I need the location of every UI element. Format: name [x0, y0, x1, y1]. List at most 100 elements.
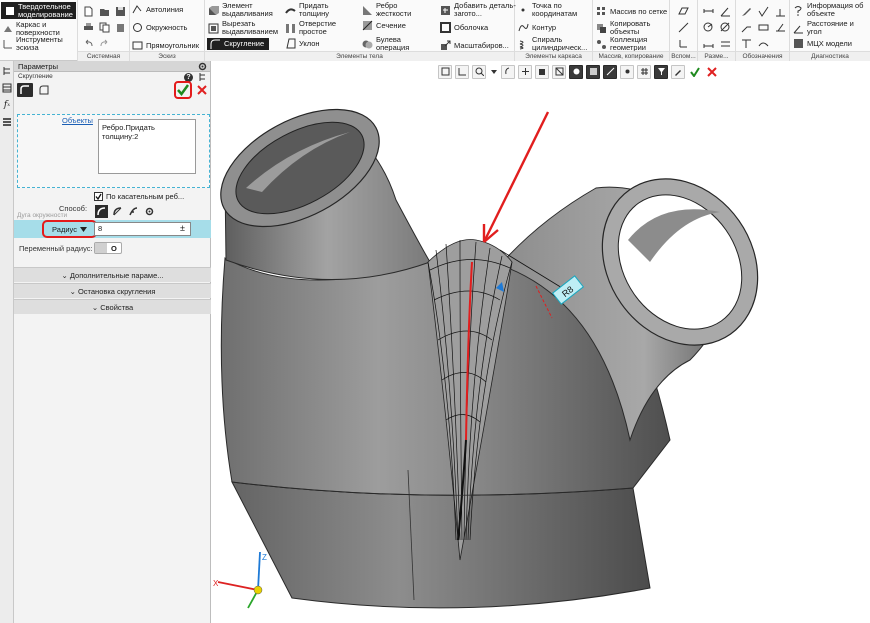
cs-icon[interactable]	[676, 36, 690, 50]
view-frame-icon[interactable]	[438, 64, 452, 79]
radius-plusminus[interactable]: ±	[180, 223, 185, 233]
radius-label-box[interactable]: Радиус	[42, 220, 97, 238]
thicken-button[interactable]: Придать толщину	[285, 2, 335, 18]
variable-radius-toggle[interactable]: O	[94, 242, 122, 254]
section-label: Дополнительные параме...	[69, 271, 164, 280]
radius-input[interactable]: 8	[94, 222, 191, 236]
model-viewport[interactable]: R8 X Z	[211, 61, 870, 623]
apply-button[interactable]	[174, 81, 192, 99]
shading-icon[interactable]	[586, 64, 600, 79]
fillet-edge-mode-icon[interactable]	[17, 83, 33, 97]
dimension-icon[interactable]	[701, 4, 715, 18]
mark-icon[interactable]	[773, 20, 787, 34]
zoom-icon[interactable]	[472, 64, 486, 79]
new-file-icon[interactable]	[81, 4, 95, 18]
leader-icon[interactable]	[739, 20, 753, 34]
redo-icon[interactable]	[97, 36, 111, 50]
tolerance-icon[interactable]	[756, 20, 770, 34]
chain-dim-icon[interactable]	[718, 36, 732, 50]
tab-solid-modeling[interactable]: Твердотельное моделирование	[1, 2, 76, 19]
tab-wireframe-surfaces[interactable]: Каркас и поверхности	[2, 21, 76, 36]
section-stop-fillet[interactable]: ⌄ Остановка скругления	[14, 283, 211, 298]
method-arc-icon[interactable]	[95, 205, 108, 218]
method-gear-icon[interactable]	[143, 205, 156, 218]
fillet-button[interactable]: Скругление	[207, 38, 269, 50]
helix-button[interactable]: Спираль цилиндрическ...	[518, 36, 592, 52]
axis-icon[interactable]	[676, 20, 690, 34]
circle-button[interactable]: Окружность	[132, 22, 187, 33]
filter-icon[interactable]	[654, 64, 668, 79]
rotate-icon[interactable]	[501, 64, 515, 79]
copy-objects-button[interactable]: Копировать объекты	[596, 20, 658, 36]
mass-props-button[interactable]: МЦХ модели	[793, 38, 852, 49]
boolean-button[interactable]: Булева операция	[362, 36, 416, 52]
linear-dim-icon[interactable]	[701, 36, 715, 50]
orientation-cube-icon[interactable]	[535, 64, 549, 79]
tangent-checkbox[interactable]	[94, 191, 103, 201]
display-style-icon[interactable]	[569, 64, 583, 79]
weld-icon[interactable]	[756, 36, 770, 50]
grid-icon[interactable]	[637, 64, 651, 79]
point-coords-button[interactable]: Точка по координатам	[518, 2, 592, 18]
ribbon-group-sketch: Автолиния Окружность Прямоугольник Эскиз	[130, 0, 205, 61]
snap-icon[interactable]	[620, 64, 634, 79]
open-folder-icon[interactable]	[97, 4, 111, 18]
add-workpiece-button[interactable]: Добавить деталь-загото...	[440, 2, 516, 18]
paste-icon[interactable]	[113, 20, 127, 34]
cancel-x-icon[interactable]	[705, 65, 719, 79]
method-conic-icon[interactable]	[127, 205, 140, 218]
geometry-collection-button[interactable]: Коллекция геометрии	[596, 36, 658, 52]
grid-array-button[interactable]: Массив по сетке	[596, 6, 667, 17]
fillet-face-mode-icon[interactable]	[36, 83, 52, 97]
scale-button[interactable]: Масштабиров...	[440, 40, 509, 51]
autoline-button[interactable]: Автолиния	[132, 4, 183, 15]
list-item[interactable]: Ребро.Придать толщину:2	[102, 123, 192, 141]
plane-icon[interactable]	[676, 4, 690, 18]
variables-icon[interactable]: fx	[0, 98, 14, 112]
save-icon[interactable]	[113, 4, 127, 18]
menu-icon[interactable]	[0, 115, 14, 129]
radius-dim-icon[interactable]	[701, 20, 715, 34]
distance-angle-button[interactable]: Расстояние и угол	[793, 20, 869, 36]
section-view-icon[interactable]	[603, 64, 617, 79]
draft-button[interactable]: Уклон	[285, 38, 320, 49]
contour-button[interactable]: Контур	[518, 22, 556, 33]
extrude-button[interactable]: Элемент выдавливания	[208, 2, 274, 18]
angle-dim-icon[interactable]	[718, 4, 732, 18]
diameter-dim-icon[interactable]	[718, 20, 732, 34]
shell-button[interactable]: Оболочка	[440, 22, 488, 33]
view-mode-icon[interactable]	[552, 64, 566, 79]
layers-icon[interactable]	[0, 81, 14, 95]
text-icon[interactable]	[739, 36, 753, 50]
cut-extrude-button[interactable]: Вырезать выдавливанием	[208, 20, 278, 36]
chevron-down-icon: ⌄	[69, 287, 76, 296]
cancel-button[interactable]	[195, 83, 209, 97]
chevron-down-icon[interactable]	[489, 65, 498, 79]
copy-icon[interactable]	[97, 20, 111, 34]
tab-sketch-tools[interactable]: Инструменты эскиза	[2, 36, 76, 51]
button-label: Элемент выдавливания	[222, 1, 273, 18]
hole-button[interactable]: Отверстие простое	[285, 20, 339, 36]
model-base[interactable]	[231, 481, 651, 609]
base-icon[interactable]	[773, 4, 787, 18]
rectangle-button[interactable]: Прямоугольник	[132, 40, 199, 51]
undo-icon[interactable]	[81, 36, 95, 50]
rib-button[interactable]: Ребро жесткости	[362, 2, 416, 18]
eyedropper-icon[interactable]	[671, 64, 685, 79]
ribbon-group-annotations: Обозначения	[736, 0, 790, 61]
tree-icon[interactable]	[0, 64, 14, 78]
print-icon[interactable]	[81, 20, 95, 34]
pencil-icon[interactable]	[739, 4, 753, 18]
roughness-icon[interactable]	[756, 4, 770, 18]
section-properties[interactable]: ⌄ Свойства	[14, 299, 211, 314]
object-info-button[interactable]: Информация об объекте	[793, 2, 869, 18]
method-chord-icon[interactable]	[111, 205, 124, 218]
pan-icon[interactable]	[518, 64, 532, 79]
confirm-check-icon[interactable]	[688, 65, 702, 79]
section-button[interactable]: Сечение	[362, 20, 406, 31]
group-label: Массив, копирование	[593, 51, 669, 61]
objects-link[interactable]: Объекты	[62, 116, 93, 125]
objects-list[interactable]: Ребро.Придать толщину:2	[98, 119, 196, 174]
view-fit-icon[interactable]	[455, 64, 469, 79]
section-advanced[interactable]: ⌄ Дополнительные параме...	[14, 267, 211, 282]
